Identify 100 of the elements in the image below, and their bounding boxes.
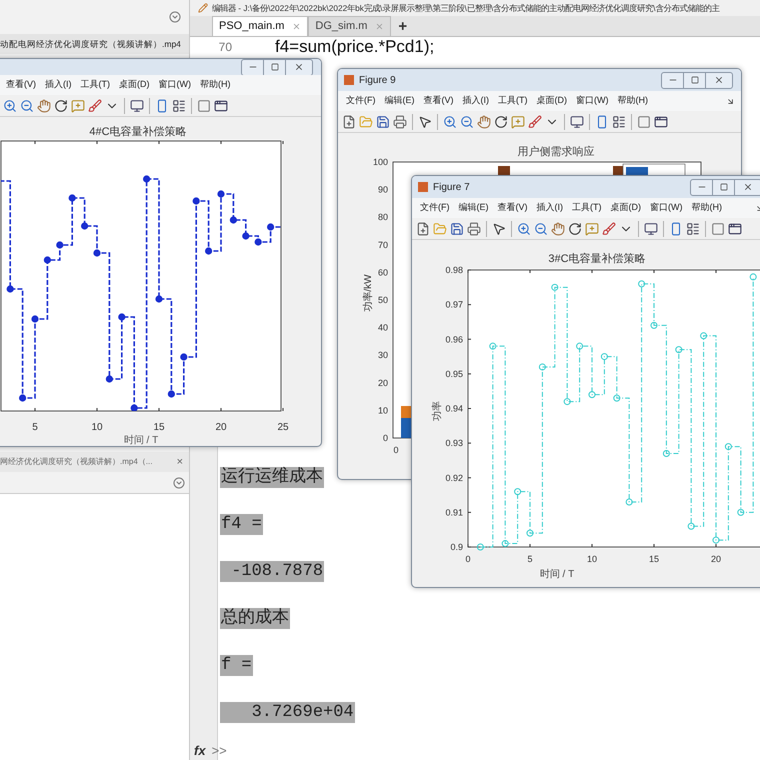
colorbar-icon[interactable]	[595, 114, 609, 128]
close-icon[interactable]	[292, 22, 302, 31]
point	[737, 508, 744, 516]
menu-item[interactable]: 编辑(E)	[458, 201, 488, 215]
tick-label: 70	[378, 240, 388, 250]
colorbar-icon[interactable]	[155, 98, 169, 112]
menu-item[interactable]: 查看(V)	[498, 201, 528, 215]
menu-item[interactable]: 窗口(W)	[650, 201, 682, 215]
tick-label: 30	[378, 350, 388, 360]
menu-item[interactable]: 查看(V)	[6, 78, 36, 92]
plot-title: 4#C电容量补偿策略	[89, 126, 187, 138]
colorbar-icon[interactable]	[669, 222, 683, 236]
new-file-icon[interactable]	[342, 114, 356, 128]
zoom-out-icon[interactable]	[20, 98, 34, 112]
hand-icon[interactable]	[37, 98, 51, 112]
menu-item[interactable]: 工具(T)	[80, 78, 110, 92]
zoom-out-icon[interactable]	[534, 222, 548, 236]
close-button[interactable]: ×	[176, 454, 183, 470]
square-icon[interactable]	[711, 222, 725, 236]
legend-icon[interactable]	[172, 98, 186, 112]
tick-label: 80	[378, 212, 388, 222]
tick-label: 90	[378, 184, 388, 195]
menu-item[interactable]: 帮助(H)	[692, 201, 722, 215]
save-icon[interactable]	[450, 222, 464, 236]
editor-icon	[198, 2, 208, 13]
window-icon[interactable]	[654, 114, 668, 128]
window-icon[interactable]	[214, 98, 228, 112]
rotate-icon[interactable]	[54, 98, 68, 112]
console-output: -108.7878	[220, 560, 324, 582]
tick-label: 20	[378, 378, 388, 388]
menu-item[interactable]: 桌面(D)	[536, 94, 567, 108]
point	[502, 540, 509, 548]
window-icon[interactable]	[728, 222, 742, 236]
rotate-icon[interactable]	[494, 114, 508, 128]
axis-label: 功率/kW	[363, 274, 374, 312]
menu-item[interactable]: 文件(F)	[346, 94, 376, 108]
editor-tab[interactable]: PSO_main.m	[212, 16, 308, 36]
axis-label: 时间 / T	[540, 569, 574, 580]
tick-label: 0.98	[445, 265, 463, 275]
menu-item[interactable]: 文件(F)	[420, 201, 450, 215]
new-file-icon[interactable]	[416, 222, 430, 236]
console-output: 总的成本	[220, 608, 290, 628]
save-icon[interactable]	[376, 114, 390, 128]
menu-item[interactable]: 帮助(H)	[200, 78, 230, 92]
legend-icon[interactable]	[612, 114, 626, 128]
menu-item[interactable]: 桌面(D)	[610, 201, 641, 215]
print-icon[interactable]	[393, 114, 407, 128]
monitor-icon[interactable]	[570, 114, 584, 128]
point	[576, 342, 584, 350]
brush-icon[interactable]	[528, 114, 542, 128]
square-icon[interactable]	[197, 98, 211, 112]
dock-icon[interactable]	[726, 96, 735, 106]
tick-label: 25	[277, 422, 289, 433]
plot-title: 用户侧需求响应	[518, 146, 594, 158]
menu-item[interactable]: 工具(T)	[572, 201, 602, 215]
monitor-icon[interactable]	[130, 98, 144, 112]
zoom-in-icon[interactable]	[517, 222, 531, 236]
menu-item[interactable]: 插入(I)	[536, 201, 563, 215]
command-prompt[interactable]: >>	[212, 740, 227, 760]
rotate-icon[interactable]	[568, 222, 582, 236]
menu-item[interactable]: 帮助(H)	[618, 94, 648, 108]
point	[514, 488, 522, 496]
menu-item[interactable]: 插入(I)	[462, 94, 489, 108]
new-tab-button[interactable]: +	[391, 16, 414, 36]
file-item[interactable]: 网经济优化调度研究（视频讲解）.mp4（...	[0, 456, 152, 468]
dropdown-icon[interactable]	[169, 11, 181, 23]
menu-item[interactable]: 桌面(D)	[119, 78, 150, 92]
point	[688, 522, 695, 530]
monitor-icon[interactable]	[644, 222, 658, 236]
file-item[interactable]: 动配电网经济优化调度研究（视频讲解）.mp4	[0, 34, 189, 54]
tick-label: 40	[378, 322, 388, 333]
dropdown-icon[interactable]	[173, 476, 185, 488]
zoom-in-icon[interactable]	[443, 114, 457, 128]
legend-icon[interactable]	[686, 222, 700, 236]
square-icon[interactable]	[637, 114, 651, 128]
line-number: 70	[218, 38, 232, 56]
hand-icon[interactable]	[551, 222, 565, 236]
tick-label: 0	[382, 433, 388, 443]
menu-item[interactable]: 编辑(E)	[384, 94, 414, 108]
menu-item[interactable]: 查看(V)	[424, 94, 454, 108]
brush-icon[interactable]	[88, 98, 102, 112]
menu-item[interactable]: 插入(I)	[45, 78, 72, 92]
menu-item[interactable]: 工具(T)	[498, 94, 528, 108]
point	[564, 398, 571, 406]
zoom-out-icon[interactable]	[460, 114, 474, 128]
tick-label: 0	[394, 445, 398, 455]
zoom-in-icon[interactable]	[3, 98, 17, 112]
tick-label: 50	[378, 295, 388, 305]
editor-tab[interactable]: DG_sim.m	[308, 16, 392, 36]
tick-label: 60	[378, 267, 388, 278]
tick-label: 0.91	[445, 507, 463, 518]
pointer-icon[interactable]	[492, 222, 506, 236]
brush-icon[interactable]	[602, 222, 616, 236]
point	[613, 394, 620, 402]
tick-label: 20	[215, 422, 227, 433]
hand-icon[interactable]	[477, 114, 491, 128]
pointer-icon[interactable]	[418, 114, 432, 128]
menu-item[interactable]: 窗口(W)	[158, 78, 191, 92]
menu-item[interactable]: 窗口(W)	[576, 94, 608, 108]
print-icon[interactable]	[467, 222, 481, 236]
